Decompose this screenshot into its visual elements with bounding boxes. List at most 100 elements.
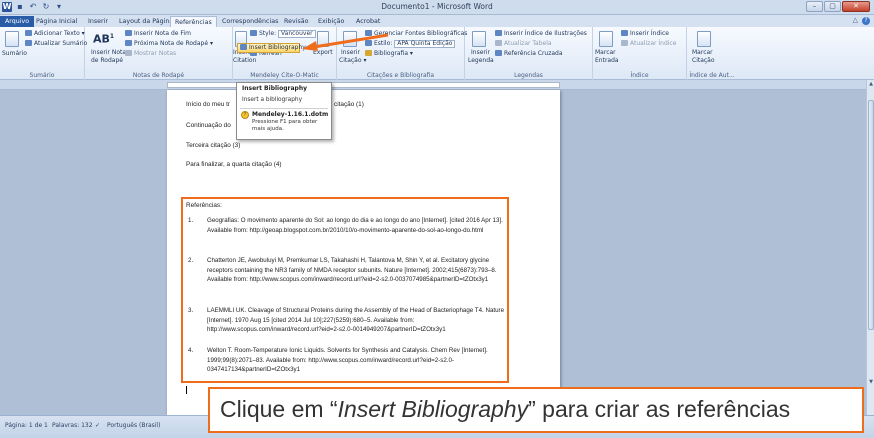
- style-icon: [250, 30, 257, 36]
- next-footnote-button[interactable]: Próxima Nota de Rodapé ▾: [125, 40, 213, 48]
- references-heading: Referências:: [186, 202, 222, 209]
- insert-bibliography-button[interactable]: Insert Bibliography: [237, 43, 306, 53]
- instruction-caption: Clique em “Insert Bibliography” para cri…: [208, 387, 864, 433]
- maximize-button[interactable]: ▢: [824, 1, 841, 12]
- update-table-icon: [495, 40, 502, 46]
- insert-footnote-button-line2: de Rodapé: [91, 57, 123, 64]
- vertical-scrollbar[interactable]: ▲ ▼: [866, 80, 874, 415]
- footnote-icon: AB1: [93, 32, 115, 46]
- insert-endnote-button[interactable]: Inserir Nota de Fim: [125, 30, 191, 38]
- tab-correspondencias[interactable]: Correspondências: [218, 16, 282, 27]
- update-toc-button[interactable]: Atualizar Sumário: [25, 40, 87, 48]
- tab-revisao[interactable]: Revisão: [280, 16, 312, 27]
- reference-number: 2.: [188, 257, 194, 264]
- bib-style-select[interactable]: APA Quinta Edição: [394, 40, 456, 48]
- insert-bibliography-icon: [240, 44, 247, 50]
- insert-table-of-figures-button[interactable]: Inserir Índice de Ilustrações: [495, 30, 587, 38]
- add-text-icon: [25, 30, 32, 36]
- tab-inserir[interactable]: Inserir: [84, 16, 112, 27]
- mark-citation-icon: [697, 31, 711, 47]
- group-label-legendas: Legendas: [514, 72, 543, 79]
- endnote-icon: [125, 30, 132, 36]
- group-citacao-aut: Marcar Citação Índice de Aut...: [687, 27, 737, 80]
- group-notas-rodape: AB1 Inserir Nota de Rodapé Inserir Nota …: [85, 27, 233, 80]
- reference-item: 4. Welton T. Room-Temperature Ionic Liqu…: [188, 346, 506, 375]
- window-title: Documento1 - Microsoft Word: [381, 2, 493, 11]
- scroll-up-icon[interactable]: ▲: [867, 80, 874, 88]
- title-bar: W ▪ ↶ ↻ ▾ Documento1 - Microsoft Word – …: [0, 0, 874, 15]
- doc-line-2: Continuação do: [186, 122, 231, 129]
- tooltip-title: Insert Bibliography: [242, 85, 308, 92]
- insert-footnote-button[interactable]: Inserir Nota: [91, 49, 126, 57]
- mark-citation-button[interactable]: Marcar: [692, 49, 713, 57]
- reference-number: 1.: [188, 217, 194, 224]
- update-index-button[interactable]: Atualizar Índice: [621, 40, 676, 48]
- window-controls: – ▢ ✕: [806, 1, 870, 12]
- tab-layout[interactable]: Layout da Página: [115, 16, 177, 27]
- cross-reference-button[interactable]: Referência Cruzada: [495, 50, 563, 58]
- scroll-thumb[interactable]: [868, 100, 874, 330]
- group-label-mendeley: Mendeley Cite-O-Matic: [250, 72, 319, 79]
- minimize-ribbon-icon[interactable]: △: [853, 16, 858, 24]
- update-table-button[interactable]: Atualizar Tabela: [495, 40, 552, 48]
- doc-line-3: Terceira citação (3): [186, 142, 241, 149]
- group-indice: Marcar Entrada Inserir Índice Atualizar …: [593, 27, 687, 80]
- reference-text: Welton T. Room-Temperature Ionic Liquids…: [207, 347, 488, 373]
- reference-text: Chatterton JE, Awobuluyi M, Premkumar LS…: [207, 257, 497, 283]
- ribbon: Sumário Adicionar Texto ▾ Atualizar Sumá…: [0, 27, 874, 80]
- sumario-button[interactable]: Sumário: [2, 50, 27, 58]
- reference-number: 4.: [188, 347, 194, 354]
- tab-acrobat[interactable]: Acrobat: [352, 16, 384, 27]
- reference-text: LAEMMLI UK. Cleavage of Structural Prote…: [207, 307, 505, 333]
- tab-referencias[interactable]: Referências: [170, 16, 217, 27]
- group-legendas: Inserir Legenda Inserir Índice de Ilustr…: [465, 27, 593, 80]
- spellcheck-icon[interactable]: ✓: [95, 422, 100, 429]
- reference-item: 2. Chatterton JE, Awobuluyi M, Premkumar…: [188, 256, 506, 285]
- tooltip-file: Mendeley-1.16.1.dotm: [252, 111, 329, 118]
- minimize-button[interactable]: –: [806, 1, 823, 12]
- mark-entry-button[interactable]: Marcar: [595, 49, 616, 57]
- tab-pagina-inicial[interactable]: Página Inicial: [32, 16, 81, 27]
- group-label-notas: Notas de Rodapé: [132, 72, 185, 79]
- reference-item: 1. Geografias: O movimento aparente do S…: [188, 216, 506, 235]
- close-button[interactable]: ✕: [842, 1, 870, 12]
- inserir-citacao-button-line2: Citação ▾: [339, 57, 367, 64]
- add-text-button[interactable]: Adicionar Texto ▾: [25, 30, 85, 38]
- reference-number: 3.: [188, 307, 194, 314]
- update-icon: [25, 40, 32, 46]
- show-notes-button[interactable]: Mostrar Notas: [125, 50, 176, 58]
- mark-citation-button-line2: Citação: [692, 57, 715, 64]
- reference-text: Geografias: O movimento aparente do Sol:…: [207, 217, 503, 234]
- group-label-indice: Índice: [630, 72, 649, 79]
- group-label-sumario: Sumário: [29, 72, 55, 79]
- inserir-legenda-button-line2: Legenda: [468, 57, 494, 64]
- ribbon-tabs: Arquivo Página Inicial Inserir Layout da…: [0, 15, 874, 27]
- table-of-figures-icon: [495, 30, 502, 36]
- help-bulb-icon: ?: [241, 111, 249, 119]
- horizontal-ruler[interactable]: [0, 80, 874, 90]
- inserir-legenda-button[interactable]: Inserir: [471, 49, 490, 57]
- show-notes-icon: [125, 50, 132, 56]
- annotation-arrow-icon: [302, 33, 389, 51]
- tooltip-divider: [240, 108, 328, 109]
- word-count[interactable]: Palavras: 132: [52, 422, 93, 429]
- reference-item: 3. LAEMMLI UK. Cleavage of Structural Pr…: [188, 306, 506, 335]
- scroll-down-icon[interactable]: ▼: [867, 378, 874, 386]
- ruler-track: [167, 82, 560, 88]
- page-count[interactable]: Página: 1 de 1: [5, 422, 48, 429]
- tab-exibicao[interactable]: Exibição: [314, 16, 348, 27]
- group-label-citacoes: Citações e Bibliografia: [366, 72, 435, 79]
- doc-line-1b: citação (1): [334, 101, 364, 108]
- next-footnote-icon: [125, 40, 132, 46]
- insert-bibliography-tooltip: Insert Bibliography Insert a bibliograph…: [236, 82, 332, 140]
- language-indicator[interactable]: Português (Brasil): [107, 422, 160, 429]
- insert-index-icon: [621, 30, 628, 36]
- help-icon[interactable]: ?: [862, 17, 870, 25]
- insert-index-button[interactable]: Inserir Índice: [621, 30, 669, 38]
- group-label-citacao-aut: Índice de Aut...: [689, 72, 735, 79]
- tab-arquivo[interactable]: Arquivo: [0, 16, 35, 27]
- text-cursor: [186, 386, 187, 394]
- doc-line-4: Para finalizar, a quarta citação (4): [186, 161, 282, 168]
- mark-entry-button-line2: Entrada: [595, 57, 619, 64]
- group-sumario: Sumário Adicionar Texto ▾ Atualizar Sumá…: [0, 27, 87, 80]
